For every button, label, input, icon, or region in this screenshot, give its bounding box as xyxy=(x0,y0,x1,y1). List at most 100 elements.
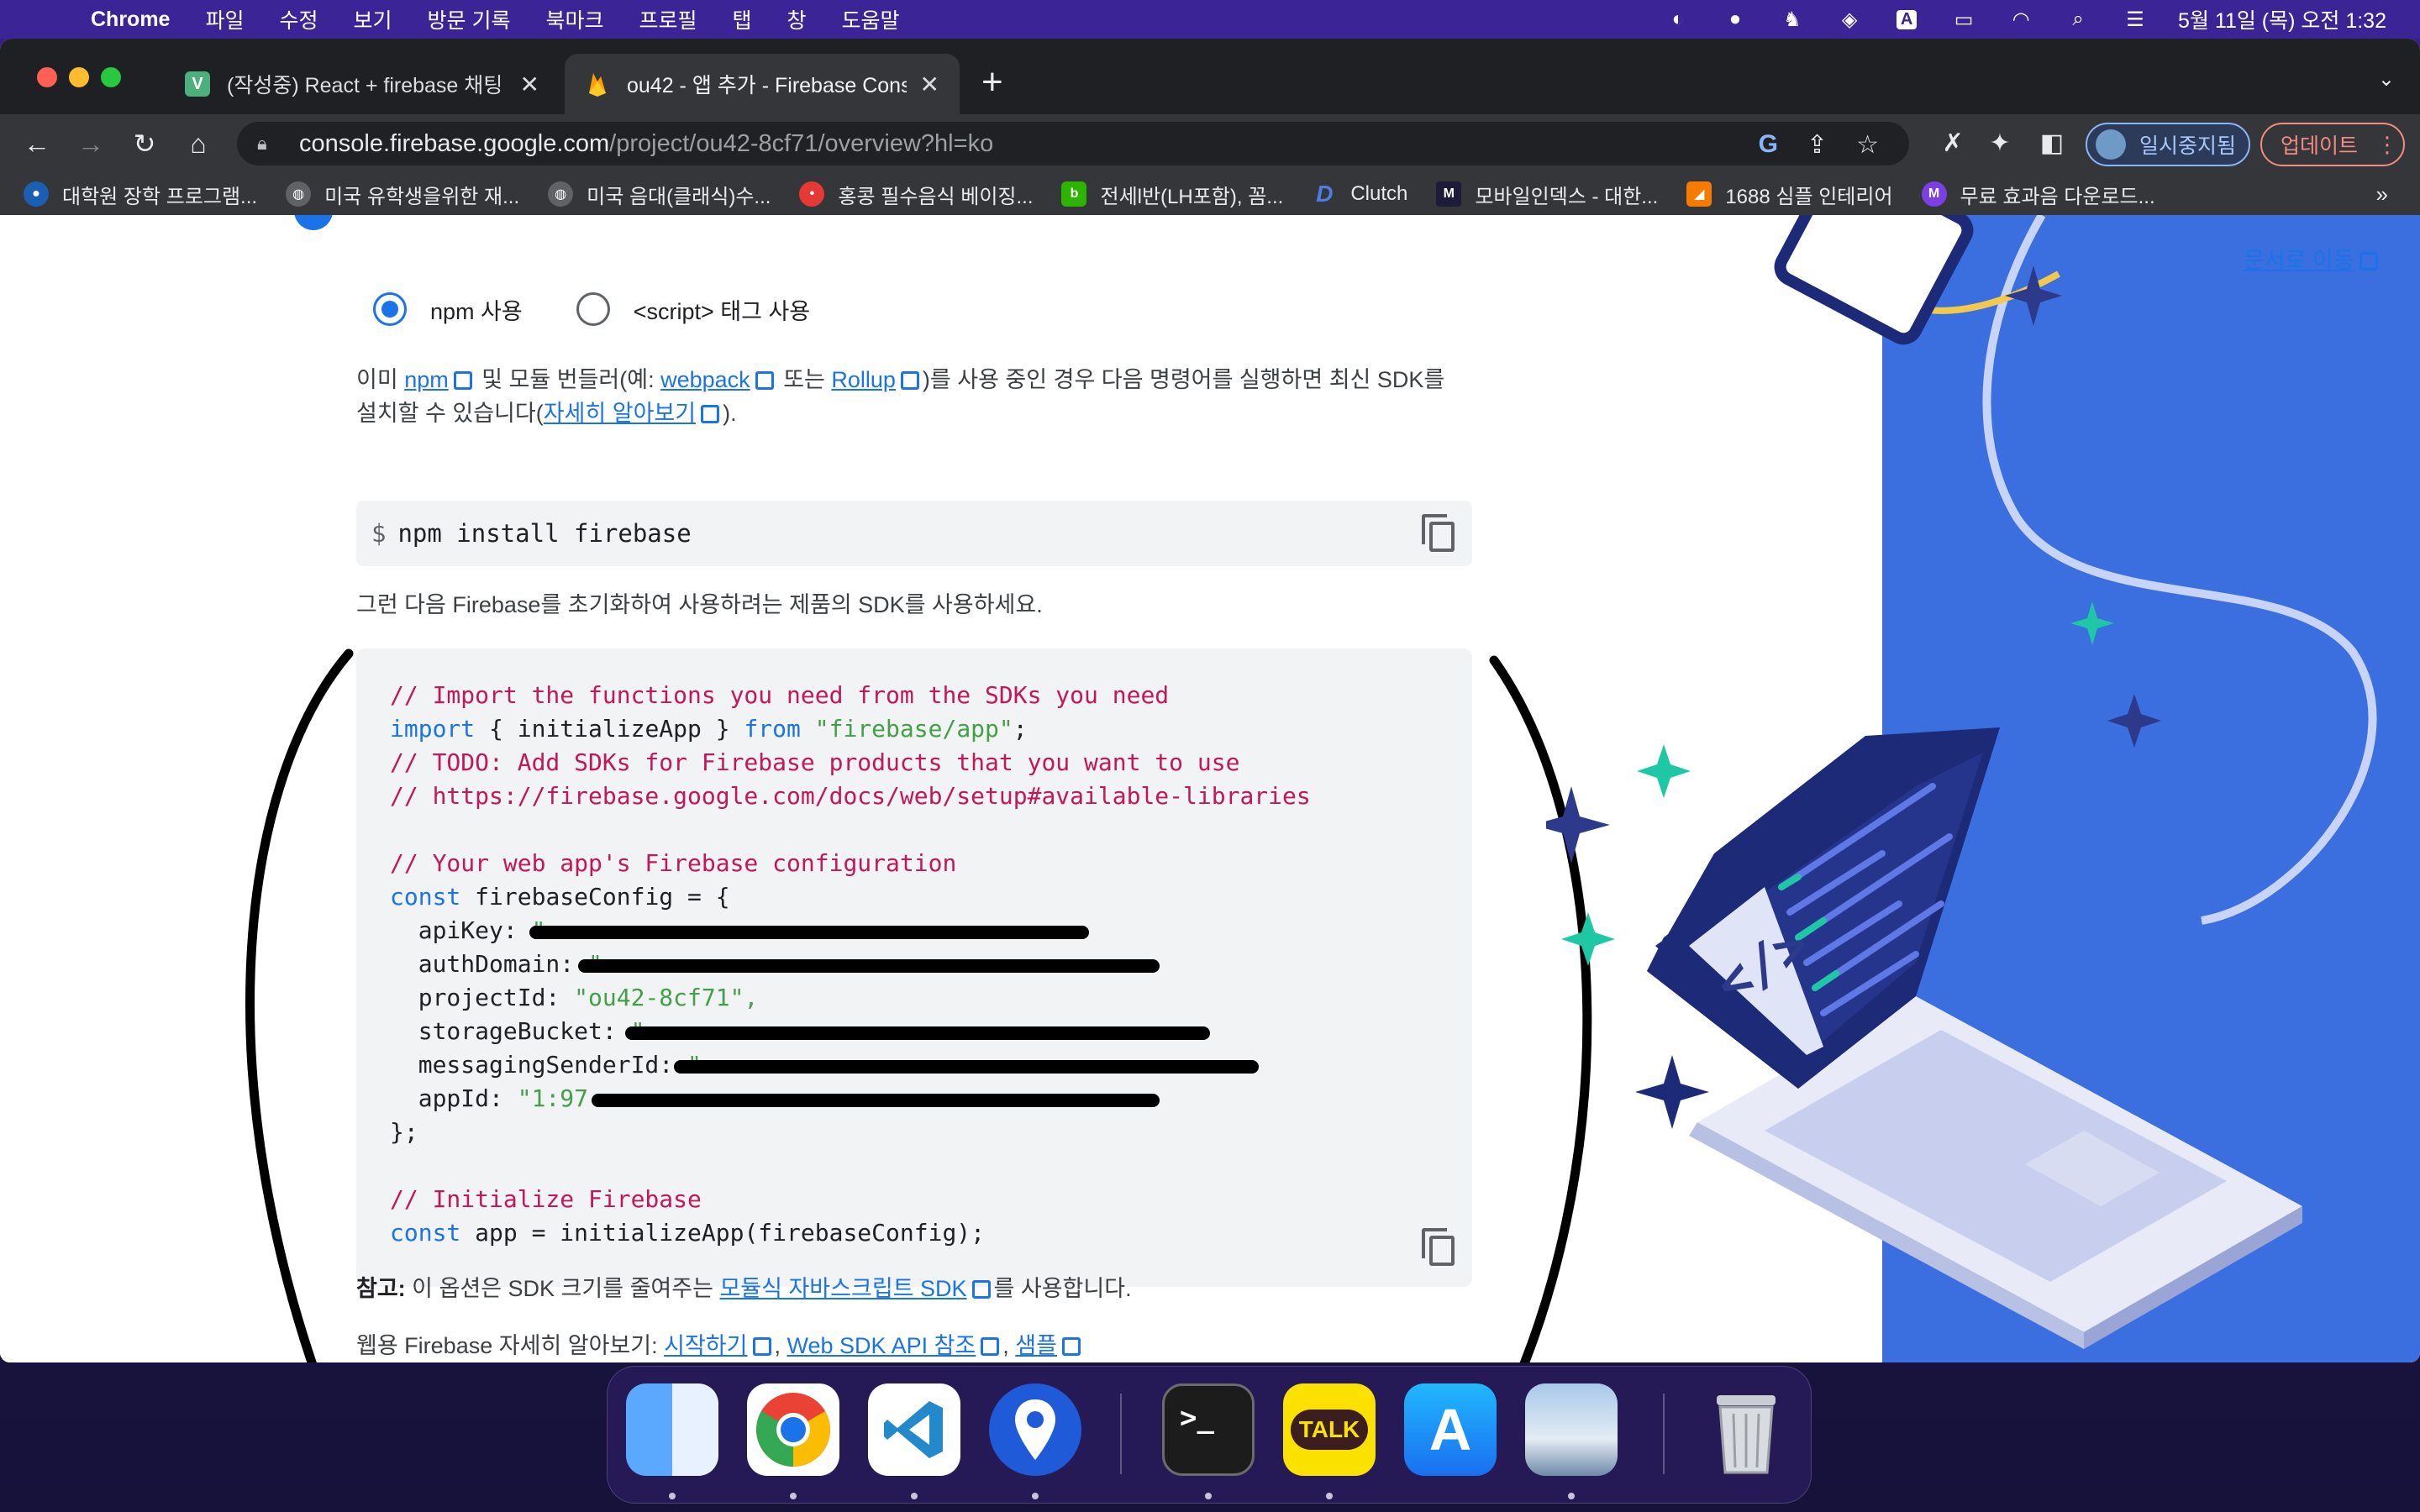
bookmark-item[interactable]: • 홍콩 필수음식 베이징... xyxy=(799,180,1033,209)
extensions-puzzle-icon[interactable]: ✦ xyxy=(1985,129,2015,158)
external-link-icon xyxy=(453,371,472,390)
chrome-window: V (작성중) React + firebase 채팅 구 ✕ ou42 - 앱… xyxy=(0,39,2420,1362)
npm-install-command[interactable]: npm install firebase xyxy=(397,519,691,548)
close-tab-icon[interactable]: ✕ xyxy=(520,71,539,98)
shell-prompt: $ xyxy=(371,519,387,548)
browser-toolbar: ← → ↻ ⌂ 🔒︎ console.firebase.google.com/p… xyxy=(0,114,2420,173)
menu-edit[interactable]: 수정 xyxy=(279,4,318,34)
copy-icon[interactable] xyxy=(1422,514,1455,553)
dock-separator xyxy=(1120,1394,1122,1474)
kakaotalk-icon[interactable]: TALK xyxy=(1283,1383,1376,1476)
preview-icon[interactable] xyxy=(1525,1383,1618,1476)
rollup-link[interactable]: Rollup xyxy=(831,367,896,392)
app-store-icon[interactable]: A xyxy=(1404,1383,1497,1476)
back-arrow-icon[interactable]: ← xyxy=(20,127,54,160)
lock-icon[interactable]: 🔒︎ xyxy=(257,133,282,155)
menu-history[interactable]: 방문 기록 xyxy=(428,4,511,34)
tab-react-firebase-chat[interactable]: V (작성중) React + firebase 채팅 구 ✕ xyxy=(165,54,560,114)
mac-menu-bar: Chrome 파일 수정 보기 방문 기록 북마크 프로필 탭 창 도움말 ◐ … xyxy=(0,0,2420,39)
bookmark-item[interactable]: ◍ 미국 음대(클래식)수... xyxy=(548,180,771,209)
menu-profiles[interactable]: 프로필 xyxy=(639,4,697,34)
layers-icon[interactable]: ◈ xyxy=(1835,8,1864,31)
url-path: /project/ou42-8cf71/overview?hl=ko xyxy=(609,129,994,157)
battery-icon[interactable]: ▭ xyxy=(1949,8,1978,31)
web-sdk-api-link[interactable]: Web SDK API 참조 xyxy=(787,1333,976,1358)
external-link-icon xyxy=(971,1280,991,1299)
menu-bar-clock[interactable]: 5월 11일 (목) 오전 1:32 xyxy=(2178,4,2386,34)
go-to-docs-link[interactable]: 문서로 이동 xyxy=(2244,242,2381,275)
finder-icon[interactable] xyxy=(626,1383,718,1476)
side-panel-icon[interactable]: ◧ xyxy=(2037,129,2067,158)
tab-search-chevron-icon[interactable]: ⌄ xyxy=(2378,67,2395,92)
bookmark-item[interactable]: M 모바일인덱스 - 대한... xyxy=(1436,180,1658,209)
reload-icon[interactable]: ↻ xyxy=(128,127,161,160)
menu-bookmarks[interactable]: 북마크 xyxy=(545,4,603,34)
bookmark-item[interactable]: ● 대학원 장학 프로그램... xyxy=(24,180,257,209)
share-icon[interactable]: ⇪ xyxy=(1807,130,1828,160)
bookmark-item[interactable]: ◍ 미국 유학생을위한 재... xyxy=(286,180,519,209)
bookmark-item[interactable]: ◢ 1688 심플 인테리어 xyxy=(1686,180,1893,209)
home-icon[interactable]: ⌂ xyxy=(182,127,215,160)
window-minimize-button[interactable] xyxy=(69,67,89,87)
code-line: // Initialize Firebase xyxy=(390,1185,702,1213)
blog-favicon-icon: b xyxy=(1061,181,1087,207)
npm-link[interactable]: npm xyxy=(404,367,449,392)
update-button[interactable]: 업데이트 ⋮ xyxy=(2260,123,2405,166)
bookmarks-overflow-icon[interactable]: » xyxy=(2376,181,2388,207)
code-line: }; xyxy=(390,1118,418,1146)
script-tag-radio-label[interactable]: <script> 태그 사용 xyxy=(634,293,810,326)
samples-link[interactable]: 샘플 xyxy=(1015,1333,1057,1358)
update-label: 업데이트 xyxy=(2281,134,2359,158)
install-method-options: npm 사용 <script> 태그 사용 xyxy=(373,292,864,326)
menu-app-name[interactable]: Chrome xyxy=(91,8,170,32)
forward-arrow-icon[interactable]: → xyxy=(74,127,108,160)
running-indicator xyxy=(1568,1493,1575,1499)
contrast-icon[interactable]: ◐ xyxy=(1664,8,1692,30)
chrome-icon[interactable] xyxy=(747,1383,839,1476)
close-tab-icon[interactable]: ✕ xyxy=(920,71,939,98)
code-line: authDomain: " xyxy=(390,948,1472,981)
maps-pin-icon[interactable] xyxy=(989,1383,1081,1476)
modular-sdk-note: 참고: 이 옵션은 SDK 크기를 줄여주는 모듈식 자바스크립트 SDK 를 사… xyxy=(356,1276,1132,1301)
menu-window[interactable]: 창 xyxy=(787,4,807,34)
webpack-link[interactable]: webpack xyxy=(660,367,750,392)
modular-sdk-link[interactable]: 모듈식 자바스크립트 SDK xyxy=(719,1276,966,1301)
address-bar[interactable]: 🔒︎ console.firebase.google.com/project/o… xyxy=(237,122,1909,165)
vscode-icon[interactable] xyxy=(868,1383,960,1476)
npm-radio[interactable] xyxy=(373,292,407,326)
kebab-menu-icon[interactable]: ⋮ xyxy=(2376,132,2398,158)
script-tag-radio[interactable] xyxy=(576,292,610,326)
google-lens-icon[interactable]: G xyxy=(1759,130,1778,160)
bookmark-item[interactable]: M 무료 효과음 다운로드... xyxy=(1921,180,2155,209)
bookmark-star-icon[interactable]: ☆ xyxy=(1856,130,1879,160)
learn-more-row: 웹용 Firebase 자세히 알아보기: 시작하기, Web SDK API … xyxy=(356,1327,1084,1360)
code-line: projectId: "ou42-8cf71", xyxy=(390,984,759,1011)
spotlight-search-icon[interactable]: ⌕ xyxy=(2064,8,2092,30)
input-source-icon[interactable]: A xyxy=(1892,8,1921,30)
window-close-button[interactable] xyxy=(37,67,57,87)
menu-help[interactable]: 도움말 xyxy=(842,4,900,34)
bookmark-item[interactable]: D Clutch xyxy=(1312,181,1407,207)
tab-firebase-console[interactable]: ou42 - 앱 추가 - Firebase Conso ✕ xyxy=(565,54,960,114)
wifi-icon[interactable]: ◠ xyxy=(2007,8,2035,31)
menu-view[interactable]: 보기 xyxy=(354,4,392,34)
profile-button[interactable]: 일시중지됨 xyxy=(2086,123,2250,166)
code-line: const firebaseConfig = { xyxy=(390,883,730,911)
new-tab-button[interactable]: + xyxy=(981,64,1003,101)
copy-icon[interactable] xyxy=(1422,1228,1455,1267)
npm-radio-label[interactable]: npm 사용 xyxy=(430,293,523,326)
chat-notification-icon[interactable]: ● xyxy=(1721,8,1749,30)
menu-file[interactable]: 파일 xyxy=(205,4,244,34)
extension-translate-icon[interactable]: ✗ xyxy=(1938,129,1968,158)
trash-icon[interactable] xyxy=(1700,1383,1792,1476)
bookmark-favicon-icon: ● xyxy=(24,181,49,207)
globe-icon: ◍ xyxy=(548,181,574,207)
learn-more-link[interactable]: 자세히 알아보기 xyxy=(544,401,696,426)
terminal-icon[interactable]: >_ xyxy=(1162,1383,1255,1476)
control-center-icon[interactable]: ☰ xyxy=(2121,8,2149,31)
menu-tab[interactable]: 탭 xyxy=(733,4,752,34)
bookmark-item[interactable]: b 전세l반(LH포함), 꼼... xyxy=(1061,180,1283,209)
dog-icon[interactable]: ♞ xyxy=(1778,8,1807,31)
window-zoom-button[interactable] xyxy=(101,67,121,87)
get-started-link[interactable]: 시작하기 xyxy=(664,1333,747,1358)
